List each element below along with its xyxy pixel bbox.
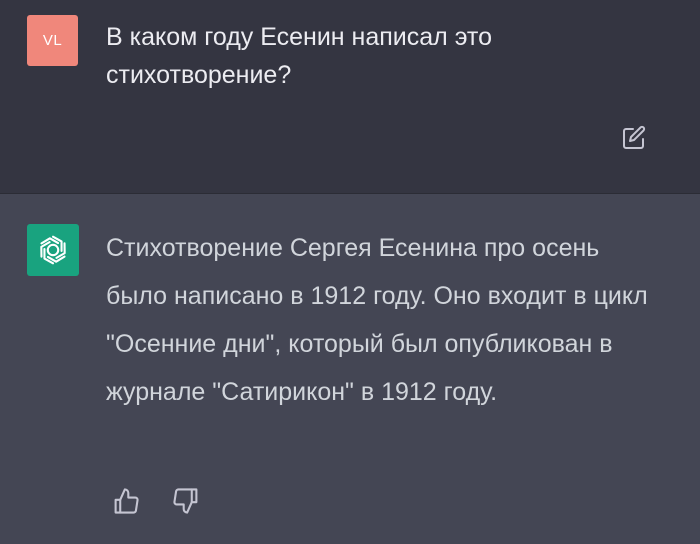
- openai-logo-icon: [40, 235, 66, 265]
- user-message: VL В каком году Есенин написал это стихо…: [0, 0, 700, 193]
- assistant-avatar: [27, 224, 79, 276]
- edit-icon[interactable]: [620, 124, 648, 152]
- assistant-message-text: Стихотворение Сергея Есенина про осень б…: [106, 234, 648, 406]
- thumbs-up-icon[interactable]: [112, 486, 140, 516]
- assistant-message: Стихотворение Сергея Есенина про осень б…: [0, 194, 700, 544]
- thumbs-down-icon[interactable]: [172, 486, 200, 516]
- user-message-text: В каком году Есенин написал это стихотво…: [106, 23, 492, 89]
- user-avatar: VL: [27, 15, 78, 66]
